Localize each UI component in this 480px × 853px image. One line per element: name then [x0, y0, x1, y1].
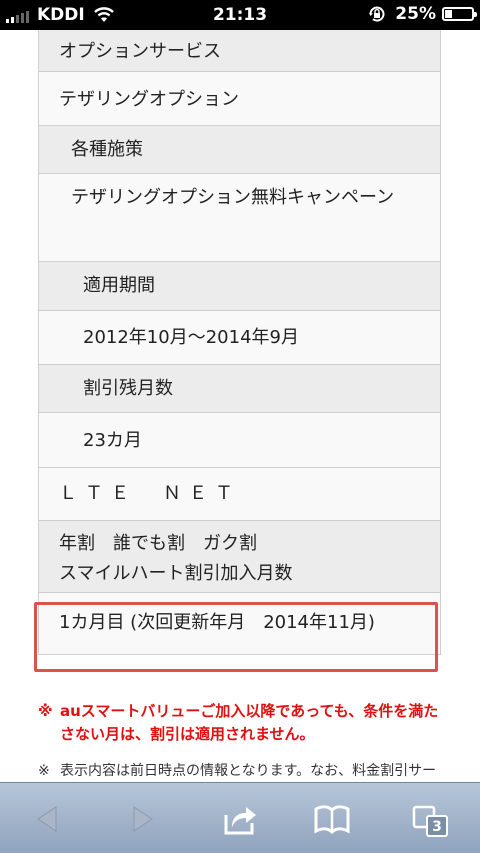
discount-months-label: スマイルハート割引加入月数: [59, 563, 293, 584]
info-note: ※ 表示内容は前日時点の情報となります。なお、料金割引サービスの翌月適用と料金プ…: [38, 760, 443, 782]
table-row: 年割 誰でも割 ガク割 スマイルハート割引加入月数: [39, 521, 440, 593]
tabs-button[interactable]: 3: [408, 801, 448, 837]
back-button[interactable]: [28, 801, 68, 837]
status-bar: KDDI 21:13 25%: [0, 0, 480, 30]
page-content: オプションサービス テザリングオプション 各種施策 テザリングオプション無料キャ…: [0, 30, 480, 782]
notice-mark: ※: [38, 702, 53, 720]
table-row: テザリングオプション無料キャンペーン: [39, 174, 440, 262]
table-row: 割引残月数: [39, 365, 440, 413]
table-row: 23カ月: [39, 413, 440, 468]
table-row: ＬＴＥ ＮＥＴ: [39, 468, 440, 521]
discount-types-label: 年割 誰でも割 ガク割: [59, 533, 257, 554]
highlight-box: [34, 602, 438, 672]
notice-text: auスマートバリューご加入以降であっても、条件を満たさない月は、割引は適用されま…: [60, 702, 439, 743]
note-mark: ※: [38, 763, 50, 779]
table-row: テザリングオプション: [39, 72, 440, 126]
forward-icon: [133, 806, 153, 832]
share-button[interactable]: [220, 801, 260, 837]
table-row: オプションサービス: [39, 30, 440, 72]
table-row: 各種施策: [39, 126, 440, 174]
share-icon: [224, 807, 256, 835]
forward-button[interactable]: [122, 801, 162, 837]
bookmarks-button[interactable]: [312, 801, 352, 837]
note-text: 表示内容は前日時点の情報となります。なお、料金割引サービスの翌月適用と料金プラン…: [60, 763, 437, 779]
table-row: 適用期間: [39, 262, 440, 311]
warning-notice: ※ auスマートバリューご加入以降であっても、条件を満たさない月は、割引は適用さ…: [38, 700, 443, 746]
rotation-lock-icon: [369, 6, 385, 22]
table-row: 2012年10月〜2014年9月: [39, 311, 440, 365]
battery-icon: [442, 7, 477, 21]
bookmarks-icon: [314, 805, 350, 835]
contract-info-table: オプションサービス テザリングオプション 各種施策 テザリングオプション無料キャ…: [38, 30, 441, 655]
battery-percent: 25%: [395, 4, 436, 24]
browser-toolbar: 3: [0, 782, 480, 853]
back-icon: [37, 806, 57, 832]
tabs-count: 3: [426, 815, 448, 837]
status-right: 25%: [367, 4, 477, 24]
